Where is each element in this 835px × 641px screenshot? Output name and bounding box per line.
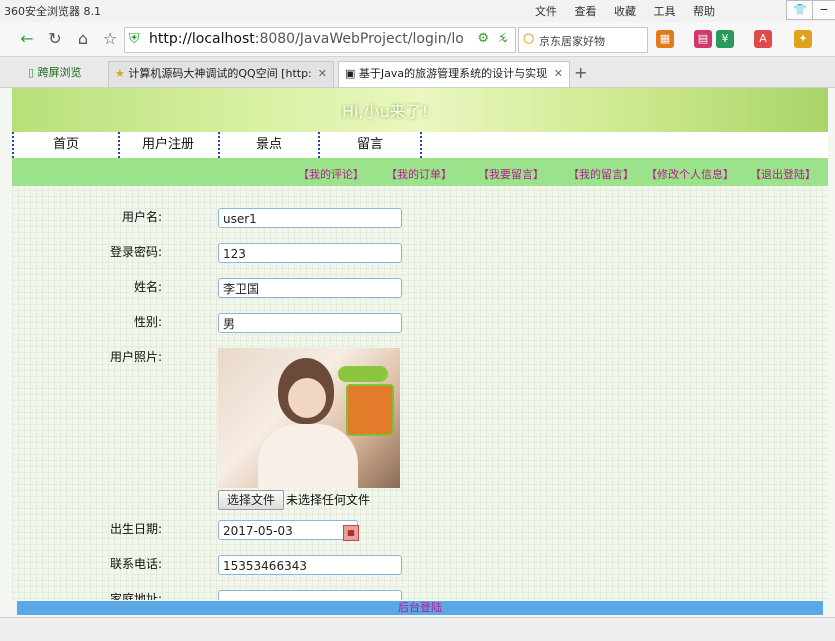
- phone-icon: ▯: [28, 66, 35, 79]
- link-logout[interactable]: 【退出登陆】: [750, 166, 816, 182]
- tab-bar: ▯ 跨屏浏览 ★ 计算机源码大神调试的QQ空间 [http: ✕ ▣ 基于Jav…: [0, 57, 835, 88]
- adblock-icon[interactable]: A: [754, 30, 772, 48]
- menu-view[interactable]: 查看: [575, 5, 597, 18]
- gender-input[interactable]: 男: [218, 313, 402, 333]
- name-input[interactable]: 李卫国: [218, 278, 402, 298]
- new-tab-icon[interactable]: +: [574, 63, 587, 82]
- address-input[interactable]: [218, 590, 402, 600]
- banner-greeting: Hi,小u来了!: [342, 102, 429, 121]
- apps-icon[interactable]: ▦: [656, 30, 674, 48]
- link-my-messages[interactable]: 【我的留言】: [568, 166, 634, 182]
- tab-label: 基于Java的旅游管理系统的设计与实现: [358, 67, 548, 80]
- browser-status-bar: [0, 617, 835, 641]
- star-icon: ★: [115, 67, 125, 80]
- menu-favorites[interactable]: 收藏: [614, 5, 636, 18]
- minimize-button[interactable]: −: [812, 0, 835, 20]
- birth-label: 出生日期:: [109, 522, 162, 536]
- search-icon: ○: [523, 31, 535, 46]
- dropdown-chevron-icon[interactable]: ⌄: [494, 28, 516, 50]
- address-url: http://localhost:8080/JavaWebProject/log…: [149, 31, 464, 47]
- link-my-comments[interactable]: 【我的评论】: [298, 166, 364, 182]
- name-label: 姓名:: [133, 280, 162, 294]
- tab-label: 跨屏浏览: [37, 66, 82, 79]
- photo-body: [258, 424, 358, 488]
- search-box[interactable]: ○ 京东居家好物: [518, 27, 648, 53]
- close-icon[interactable]: ✕: [318, 62, 327, 86]
- browser-app-title: 360安全浏览器 8.1: [4, 5, 101, 18]
- link-leave-message[interactable]: 【我要留言】: [478, 166, 544, 182]
- close-icon[interactable]: ✕: [554, 62, 563, 86]
- skin-icon[interactable]: 👕: [786, 0, 814, 20]
- back-icon[interactable]: ←: [16, 28, 38, 50]
- reader-icon[interactable]: ▤: [694, 30, 712, 48]
- admin-login-link[interactable]: 后台登陆: [398, 601, 442, 614]
- site-banner: Hi,小u来了!: [12, 88, 828, 132]
- nav-attractions[interactable]: 景点: [220, 132, 320, 158]
- password-input[interactable]: 123: [218, 243, 402, 263]
- menu-help[interactable]: 帮助: [693, 5, 715, 18]
- favorite-star-icon[interactable]: ☆: [99, 28, 121, 50]
- photo-label: 用户照片:: [109, 350, 162, 364]
- user-subnav: 【我的评论】 【我的订单】 【我要留言】 【我的留言】 【修改个人信息】 【退出…: [12, 158, 828, 186]
- menu-file[interactable]: 文件: [535, 5, 557, 18]
- tab-qq-space[interactable]: ★ 计算机源码大神调试的QQ空间 [http: ✕: [108, 61, 334, 87]
- browser-menu: 文件 查看 收藏 工具 帮助: [521, 3, 715, 19]
- password-label: 登录密码:: [109, 245, 162, 259]
- tab-tourism-system[interactable]: ▣ 基于Java的旅游管理系统的设计与实现 ✕: [338, 61, 570, 87]
- web-page: Hi,小u来了! 首页 用户注册 景点 留言 【我的评论】 【我的订单】 【我要…: [12, 88, 828, 600]
- speed-mode-icon[interactable]: ⚙: [477, 31, 489, 46]
- extension-icon[interactable]: ✦: [794, 30, 812, 48]
- page-icon: ▣: [345, 67, 356, 80]
- search-input[interactable]: 京东居家好物: [539, 33, 605, 49]
- phone-input[interactable]: 15353466343: [218, 555, 402, 575]
- browser-toolbar: ← ↻ ⌂ ☆ ⛨ http://localhost:8080/JavaWebP…: [0, 22, 835, 57]
- tab-cross-screen[interactable]: ▯ 跨屏浏览: [28, 61, 104, 86]
- home-icon[interactable]: ⌂: [72, 28, 94, 50]
- admin-login-bar[interactable]: 后台登陆: [17, 601, 823, 615]
- nav-messages[interactable]: 留言: [320, 132, 422, 158]
- money-icon[interactable]: ¥: [716, 30, 734, 48]
- address-label: 家庭地址:: [109, 592, 162, 600]
- nav-home[interactable]: 首页: [12, 132, 120, 158]
- menu-tools[interactable]: 工具: [654, 5, 676, 18]
- nav-register[interactable]: 用户注册: [118, 132, 220, 158]
- browser-title-bar: 360安全浏览器 8.1 文件 查看 收藏 工具 帮助 👕 −: [0, 0, 835, 22]
- photo-calendar: [346, 384, 394, 436]
- address-bar[interactable]: ⛨ http://localhost:8080/JavaWebProject/l…: [124, 27, 516, 53]
- username-label: 用户名:: [121, 210, 162, 224]
- gender-label: 性别:: [133, 315, 162, 329]
- birth-input[interactable]: 2017-05-03: [218, 520, 358, 540]
- calendar-icon[interactable]: ▦: [343, 525, 359, 541]
- username-input[interactable]: user1: [218, 208, 402, 228]
- choose-file-button[interactable]: 选择文件: [218, 490, 284, 510]
- refresh-icon[interactable]: ↻: [44, 28, 66, 50]
- photo-logo: [338, 366, 388, 382]
- user-photo: [218, 348, 400, 488]
- tab-label: 计算机源码大神调试的QQ空间 [http:: [128, 67, 312, 80]
- phone-label: 联系电话:: [109, 557, 162, 571]
- link-edit-profile[interactable]: 【修改个人信息】: [646, 166, 734, 182]
- file-status: 未选择任何文件: [286, 493, 371, 507]
- photo-face: [288, 378, 326, 418]
- link-my-orders[interactable]: 【我的订单】: [386, 166, 452, 182]
- main-nav: 首页 用户注册 景点 留言: [12, 132, 828, 158]
- security-shield-icon: ⛨: [129, 31, 140, 47]
